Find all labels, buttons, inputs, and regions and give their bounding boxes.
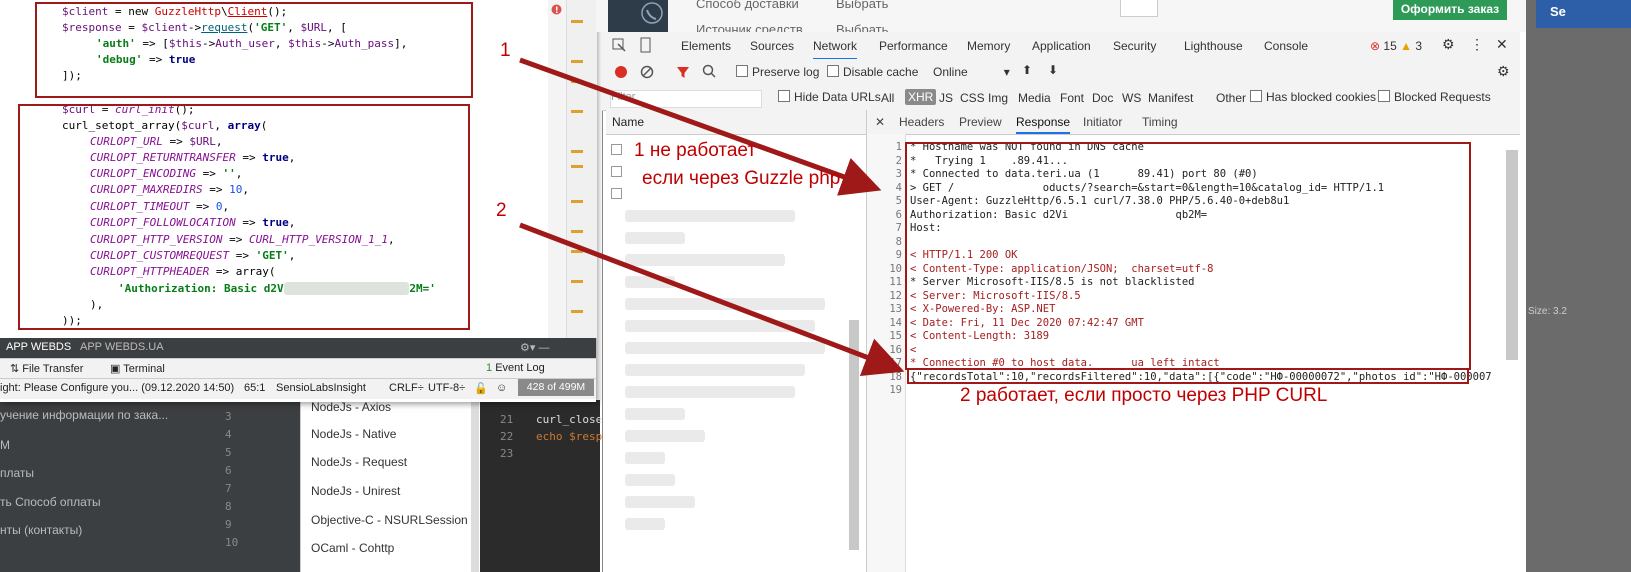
annotation-guzzle-note: если через Guzzle php [642,168,841,189]
annotation-guzzle-fails: 1 не работает [634,140,757,161]
annotation-number-2: 2 [496,200,507,221]
annotation-number-1: 1 [500,40,511,61]
annotation-curl-works: 2 работает, если просто через PHP CURL [960,385,1328,406]
annotation-arrows [519,57,905,376]
